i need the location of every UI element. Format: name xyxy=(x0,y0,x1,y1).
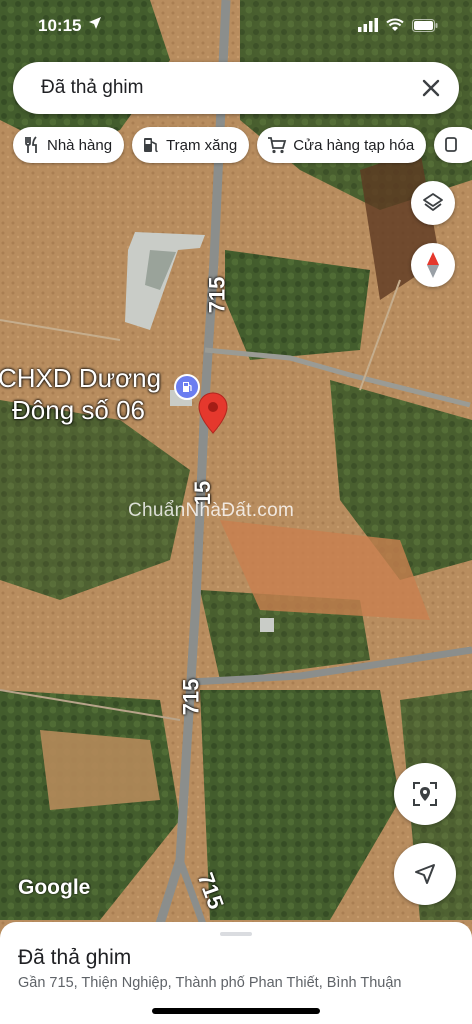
cart-icon xyxy=(268,137,287,154)
location-scan-button[interactable] xyxy=(394,763,456,825)
chip-more[interactable] xyxy=(434,127,472,163)
compass-button[interactable] xyxy=(411,243,455,287)
road-label-715: 715 xyxy=(178,678,204,716)
chip-label: Nhà hàng xyxy=(47,136,113,154)
drag-handle[interactable] xyxy=(220,932,252,936)
search-bar[interactable]: Đã thả ghim xyxy=(13,62,459,114)
layers-button[interactable] xyxy=(411,181,455,225)
poi-label[interactable]: CHXD Dương Đông số 06 xyxy=(0,362,161,426)
status-bar: 10:15 xyxy=(0,0,472,50)
chip-gas-station[interactable]: Trạm xăng xyxy=(132,127,250,163)
battery-icon xyxy=(412,18,438,37)
close-icon[interactable] xyxy=(417,74,445,102)
watermark: ChuẩnNhàĐất.com xyxy=(128,500,295,521)
place-address: Gần 715, Thiện Nghiệp, Thành phố Phan Th… xyxy=(18,975,402,991)
location-arrow-icon xyxy=(88,16,102,33)
chip-grocery[interactable]: Cửa hàng tạp hóa xyxy=(257,127,427,163)
road-label-715: 715 xyxy=(204,276,230,314)
clock: 10:15 xyxy=(38,16,82,35)
chip-restaurant[interactable]: Nhà hàng xyxy=(13,127,125,163)
gas-station-icon xyxy=(144,138,159,153)
chip-label: Cửa hàng tạp hóa xyxy=(293,136,415,154)
place-title: Đã thả ghim xyxy=(18,946,132,969)
navigate-arrow-icon xyxy=(415,864,435,884)
gas-pump-icon[interactable] xyxy=(174,374,200,400)
chip-label: Trạm xăng xyxy=(166,136,238,154)
navigate-button[interactable] xyxy=(394,843,456,905)
compass-icon xyxy=(427,252,439,278)
dropped-pin[interactable] xyxy=(198,392,228,434)
category-chips: Nhà hàng Trạm xăng Cửa hàng tạp hóa xyxy=(13,127,472,163)
poi-name-line1: CHXD Dương xyxy=(0,363,162,393)
location-scan-icon xyxy=(413,782,437,806)
layers-icon xyxy=(423,193,443,211)
google-logo: Google xyxy=(18,876,91,899)
search-input[interactable]: Đã thả ghim xyxy=(41,77,143,99)
cell-signal-icon xyxy=(358,18,378,37)
restaurant-icon xyxy=(25,136,37,153)
more-category-icon xyxy=(445,137,458,152)
home-indicator[interactable] xyxy=(152,1008,320,1014)
wifi-icon xyxy=(386,18,404,37)
poi-name-line2: Đông số 06 xyxy=(12,395,145,425)
